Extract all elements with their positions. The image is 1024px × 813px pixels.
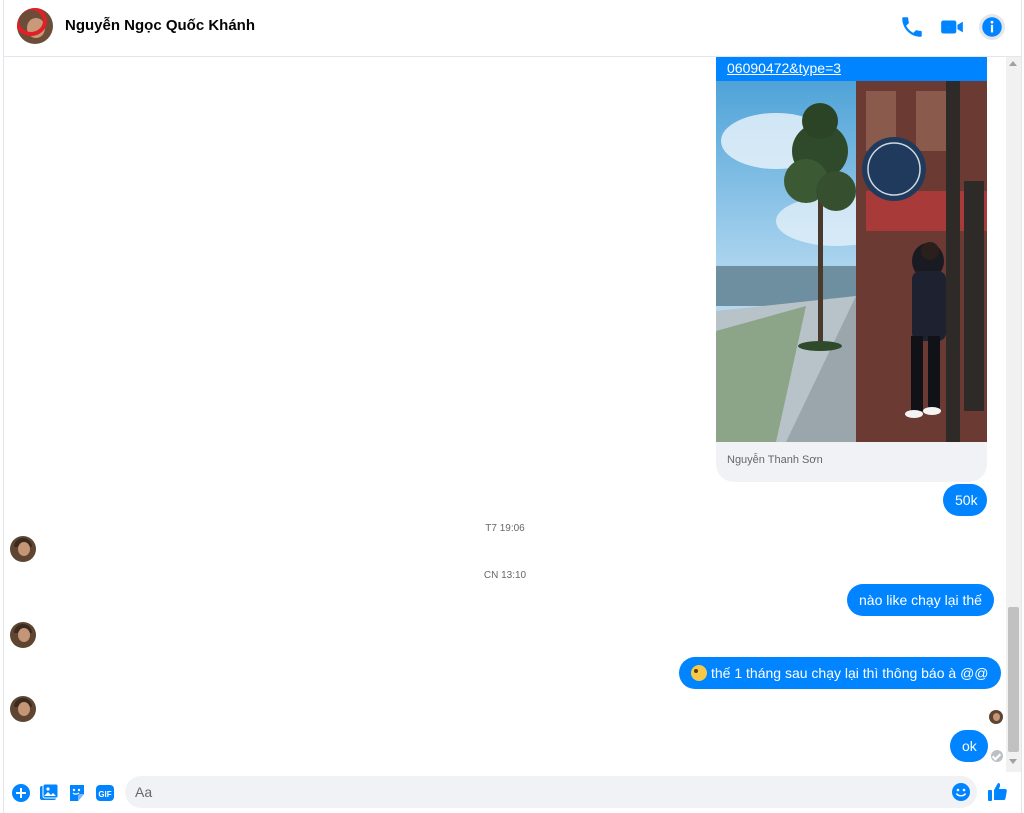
gif-label: GIF [98,790,111,799]
plus-icon[interactable] [11,783,31,803]
sent-check-icon [991,750,1003,762]
info-icon[interactable] [979,14,1005,40]
message-bubble-outgoing[interactable]: 50k [943,484,987,516]
seen-receipt-avatar [989,710,1003,724]
shared-photo[interactable] [716,81,987,442]
shared-post-author: Nguyễn Thanh Sơn [727,454,823,466]
contact-avatar[interactable] [17,8,53,44]
video-camera-icon[interactable] [939,14,965,40]
window-border-right [1021,0,1022,813]
contact-message-avatar[interactable] [10,696,36,722]
sticker-icon[interactable] [67,783,87,803]
message-bubble-outgoing[interactable]: thế 1 tháng sau chạy lại thì thông báo à… [679,657,1001,689]
street-photo-illustration [716,81,987,442]
timestamp-divider: CN 13:10 [483,570,527,581]
contact-message-avatar[interactable] [10,622,36,648]
timestamp-divider: T7 19:06 [485,523,525,534]
contact-message-avatar[interactable] [10,536,36,562]
emoji-icon[interactable] [951,782,971,802]
phone-icon[interactable] [899,14,925,40]
messenger-window: Nguyễn Ngọc Quốc Khánh 06090472&type=3 N… [0,0,1024,813]
cookie-emoji-icon [691,665,707,681]
message-bubble-outgoing[interactable]: ok [950,730,988,762]
scroll-up-arrow-icon[interactable] [1009,61,1017,66]
avatar-face [18,542,30,556]
message-composer: GIF [4,772,1021,813]
message-list[interactable]: 06090472&type=3 Nguyễn Thanh Sơn 50k T7 … [4,57,1006,772]
scroll-down-arrow-icon[interactable] [1009,759,1017,764]
contact-name[interactable]: Nguyễn Ngọc Quốc Khánh [65,17,255,34]
avatar-face [993,713,1000,721]
message-scrollbar[interactable] [1006,57,1021,772]
shared-link-text[interactable]: 06090472&type=3 [727,60,841,76]
avatar-face [18,702,30,716]
shared-post-card[interactable]: 06090472&type=3 Nguyễn Thanh Sơn [716,57,987,482]
thumbs-up-icon[interactable] [987,781,1009,803]
avatar-face [18,628,30,642]
message-bubble-outgoing[interactable]: nào like chạy lại thế [847,584,994,616]
shared-link[interactable]: 06090472&type=3 [716,57,987,81]
message-text: thế 1 tháng sau chạy lại thì thông báo à… [711,665,989,681]
gif-icon[interactable]: GIF [95,783,115,803]
photo-icon[interactable] [39,783,59,803]
conversation-header: Nguyễn Ngọc Quốc Khánh [4,0,1021,57]
message-input[interactable] [125,776,977,808]
scrollbar-thumb[interactable] [1008,607,1019,752]
